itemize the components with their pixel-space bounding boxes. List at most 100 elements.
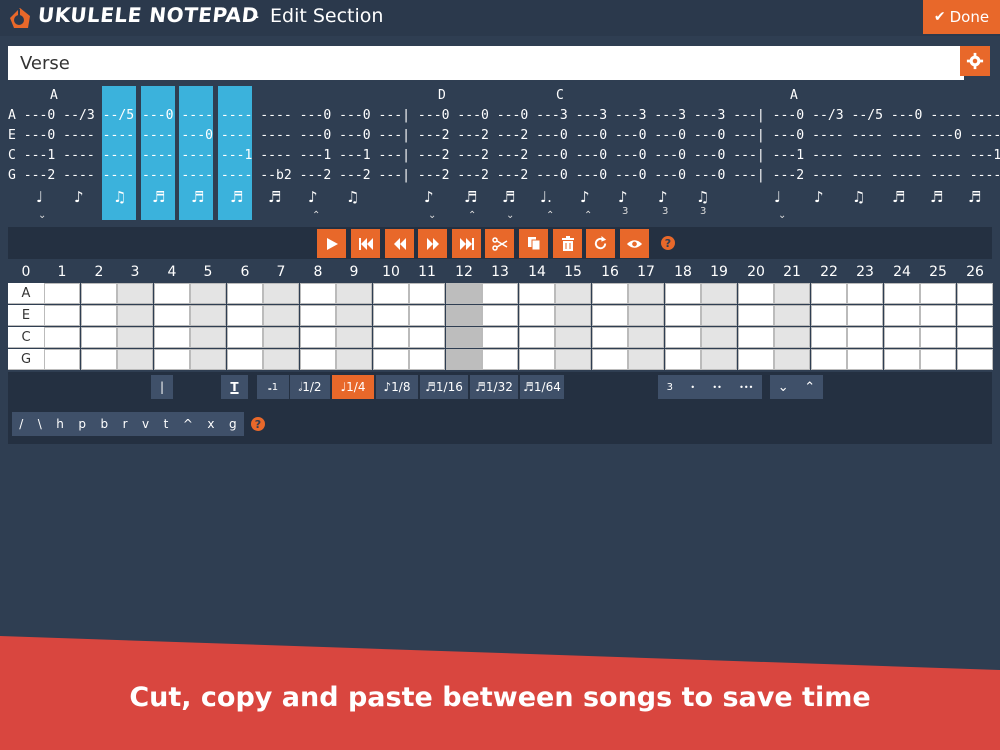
fret-cell[interactable]	[628, 305, 664, 326]
duration-button-1-8[interactable]: ♪ 1/8	[376, 375, 418, 399]
fret-cell[interactable]	[117, 327, 153, 348]
fret-cell[interactable]	[409, 305, 445, 326]
slide-down-button[interactable]: \	[38, 417, 42, 431]
fret-cell[interactable]	[445, 327, 482, 348]
tie-button[interactable]: T	[221, 375, 248, 399]
fret-cell[interactable]	[336, 349, 372, 370]
fret-cell[interactable]	[263, 327, 299, 348]
rewind-button[interactable]	[385, 229, 414, 258]
up-stroke-icon[interactable]: ⌃	[804, 380, 815, 395]
skip-start-button[interactable]	[351, 229, 380, 258]
fret-cell[interactable]	[920, 305, 956, 326]
fret-cell[interactable]	[555, 349, 591, 370]
fret-cell[interactable]	[956, 283, 993, 304]
fret-cell[interactable]	[372, 305, 409, 326]
duration-button-1-4[interactable]: ♩ 1/4	[332, 375, 374, 399]
fret-cell[interactable]	[883, 283, 920, 304]
fret-cell[interactable]	[226, 349, 263, 370]
settings-button[interactable]	[960, 46, 990, 76]
fret-cell[interactable]	[226, 327, 263, 348]
pull-off-button[interactable]: p	[78, 417, 86, 431]
fret-cell[interactable]	[299, 305, 336, 326]
fret-cell[interactable]	[299, 327, 336, 348]
fret-cell[interactable]	[44, 283, 80, 304]
fret-cell[interactable]	[664, 283, 701, 304]
fret-cell[interactable]	[664, 327, 701, 348]
fret-cell[interactable]	[956, 327, 993, 348]
fret-cell[interactable]	[664, 349, 701, 370]
fret-cell[interactable]	[628, 349, 664, 370]
fret-cell[interactable]	[80, 327, 117, 348]
fret-cell[interactable]	[190, 283, 226, 304]
fret-cell[interactable]	[847, 349, 883, 370]
fret-cell[interactable]	[883, 349, 920, 370]
fret-cell[interactable]	[299, 283, 336, 304]
play-button[interactable]	[317, 229, 346, 258]
fret-cell[interactable]	[555, 305, 591, 326]
fret-cell[interactable]	[190, 327, 226, 348]
triplet-button[interactable]: 3	[667, 382, 673, 393]
fret-cell[interactable]	[336, 283, 372, 304]
delete-button[interactable]	[553, 229, 582, 258]
fret-cell[interactable]	[190, 349, 226, 370]
fret-cell[interactable]	[737, 327, 774, 348]
fret-cell[interactable]	[372, 349, 409, 370]
fretboard-grid[interactable]: 0 1 2 3 4 5 6 7 8 9 10 11 12 13 14 15 16…	[8, 262, 993, 370]
fret-cell[interactable]	[810, 283, 847, 304]
fret-cell[interactable]	[518, 283, 555, 304]
fret-cell[interactable]	[591, 305, 628, 326]
fret-cell[interactable]	[409, 349, 445, 370]
fret-cell[interactable]	[591, 349, 628, 370]
fret-cell[interactable]	[774, 305, 810, 326]
duration-button-1[interactable]: 𝅝 1	[257, 375, 289, 399]
fret-cell[interactable]	[920, 349, 956, 370]
bend-button[interactable]: b	[101, 417, 109, 431]
fret-cell[interactable]	[737, 283, 774, 304]
fret-cell[interactable]	[591, 283, 628, 304]
fret-cell[interactable]	[701, 283, 737, 304]
fret-cell[interactable]	[847, 305, 883, 326]
fret-cell[interactable]	[518, 305, 555, 326]
copy-button[interactable]	[519, 229, 548, 258]
fret-cell[interactable]	[80, 283, 117, 304]
fret-cell[interactable]	[44, 349, 80, 370]
tap-button[interactable]: t	[164, 417, 169, 431]
fret-cell[interactable]	[263, 349, 299, 370]
fret-cell[interactable]	[117, 349, 153, 370]
double-dot-button[interactable]: ••	[712, 383, 721, 392]
fret-cell[interactable]	[445, 305, 482, 326]
forward-button[interactable]	[418, 229, 447, 258]
fret-cell[interactable]	[774, 283, 810, 304]
fret-cell[interactable]	[153, 327, 190, 348]
cut-button[interactable]	[485, 229, 514, 258]
fret-cell[interactable]	[482, 327, 518, 348]
help-icon[interactable]: ?	[661, 236, 675, 250]
fret-cell[interactable]	[190, 305, 226, 326]
slide-up-button[interactable]: /	[19, 417, 23, 431]
fret-cell[interactable]	[956, 349, 993, 370]
duration-button-1-16[interactable]: ♬ 1/16	[420, 375, 468, 399]
fret-cell[interactable]	[810, 327, 847, 348]
fret-cell[interactable]	[117, 305, 153, 326]
fret-cell[interactable]	[555, 283, 591, 304]
fret-cell[interactable]	[810, 305, 847, 326]
fret-cell[interactable]	[44, 327, 80, 348]
fret-cell[interactable]	[336, 327, 372, 348]
ghost-note-button[interactable]: g	[229, 417, 237, 431]
fret-cell[interactable]	[153, 305, 190, 326]
fret-cell[interactable]	[847, 283, 883, 304]
fret-cell[interactable]	[664, 305, 701, 326]
fret-cell[interactable]	[263, 283, 299, 304]
fret-cell[interactable]	[883, 327, 920, 348]
fret-cell[interactable]	[628, 327, 664, 348]
fret-cell[interactable]	[445, 349, 482, 370]
fret-cell[interactable]	[299, 349, 336, 370]
fret-cell[interactable]	[701, 349, 737, 370]
fret-cell[interactable]	[372, 327, 409, 348]
help-icon[interactable]: ?	[251, 417, 265, 431]
section-name-input[interactable]	[8, 46, 964, 80]
release-button[interactable]: r	[123, 417, 128, 431]
fret-cell[interactable]	[482, 305, 518, 326]
fret-cell[interactable]	[701, 305, 737, 326]
fret-cell[interactable]	[628, 283, 664, 304]
